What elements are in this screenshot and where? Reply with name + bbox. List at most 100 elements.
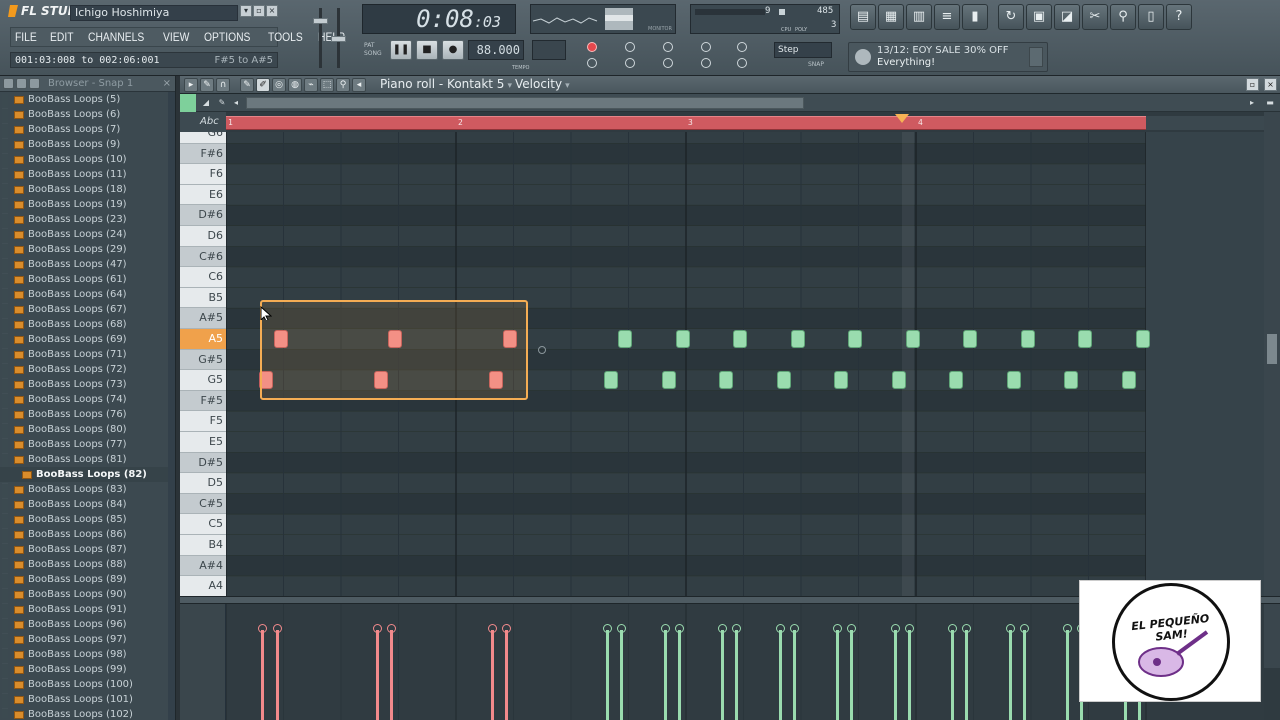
browser-folder-item[interactable]: BooBass Loops (77): [0, 437, 175, 452]
browser-folder-item[interactable]: BooBass Loops (82): [0, 467, 175, 482]
velocity-bar[interactable]: [836, 630, 839, 720]
velocity-bar[interactable]: [505, 630, 508, 720]
browser-close-icon[interactable]: ×: [163, 78, 171, 89]
pr-mute-icon[interactable]: ◍: [288, 78, 302, 92]
velocity-handle[interactable]: [790, 624, 799, 633]
velocity-handle[interactable]: [1020, 624, 1029, 633]
browser-folder-item[interactable]: BooBass Loops (5): [0, 92, 175, 107]
velocity-handle[interactable]: [1063, 624, 1072, 633]
piano-key[interactable]: A#5: [180, 308, 226, 329]
browser-folder-item[interactable]: BooBass Loops (64): [0, 287, 175, 302]
note[interactable]: [1021, 330, 1035, 348]
browser-folder-item[interactable]: BooBass Loops (76): [0, 407, 175, 422]
pat-song-switch[interactable]: PAT SONG: [364, 42, 386, 58]
stop-button[interactable]: ■: [416, 40, 438, 60]
browser-folder-item[interactable]: BooBass Loops (7): [0, 122, 175, 137]
velocity-bar[interactable]: [850, 630, 853, 720]
selection-handle-icon[interactable]: [538, 346, 546, 354]
note[interactable]: [892, 371, 906, 390]
master-pitch-slider[interactable]: [328, 6, 350, 70]
piano-key[interactable]: D#6: [180, 205, 226, 226]
velocity-handle[interactable]: [502, 624, 511, 633]
piano-key[interactable]: B5: [180, 287, 226, 309]
velocity-bar[interactable]: [965, 630, 968, 720]
browser-folder-item[interactable]: BooBass Loops (23): [0, 212, 175, 227]
velocity-handle[interactable]: [273, 624, 282, 633]
piano-key[interactable]: D6: [180, 226, 226, 247]
velocity-bar[interactable]: [1009, 630, 1012, 720]
browser-folder-item[interactable]: BooBass Loops (73): [0, 377, 175, 392]
browser-folder-item[interactable]: BooBass Loops (102): [0, 707, 175, 720]
browser-folder-item[interactable]: BooBass Loops (24): [0, 227, 175, 242]
tempo-field[interactable]: 88.000: [468, 40, 524, 60]
playback-marker[interactable]: [895, 114, 909, 123]
browser-folder-item[interactable]: BooBass Loops (101): [0, 692, 175, 707]
zoom-out-icon[interactable]: ▬: [1264, 97, 1276, 109]
piano-key[interactable]: F5: [180, 411, 226, 432]
velocity-handle[interactable]: [948, 624, 957, 633]
velocity-bar[interactable]: [606, 630, 609, 720]
cut-icon[interactable]: ✂: [1082, 4, 1108, 30]
velocity-handle[interactable]: [603, 624, 612, 633]
note[interactable]: [963, 330, 977, 348]
browser-folder-item[interactable]: BooBass Loops (85): [0, 512, 175, 527]
record-button[interactable]: ●: [442, 40, 464, 60]
pr-menu-icon[interactable]: ▸: [184, 78, 198, 92]
loop-record-icon[interactable]: [587, 58, 597, 68]
velocity-bar[interactable]: [721, 630, 724, 720]
vertical-scroll-thumb[interactable]: [1267, 334, 1277, 364]
piano-roll-title[interactable]: Piano roll - Kontakt 5 ▾ Velocity ▾: [380, 77, 573, 91]
piano-key[interactable]: C6: [180, 267, 226, 288]
piano-key[interactable]: G#5: [180, 349, 226, 371]
browser-scrollbar[interactable]: [168, 92, 175, 720]
restore-button[interactable]: ▫: [253, 5, 265, 17]
browser-folder-item[interactable]: BooBass Loops (99): [0, 662, 175, 677]
count-in-icon[interactable]: [625, 42, 635, 52]
note[interactable]: [949, 371, 963, 390]
note[interactable]: [848, 330, 862, 348]
browser-icon[interactable]: ≡: [934, 4, 960, 30]
pr-snap-icon[interactable]: ∩: [216, 78, 230, 92]
velocity-bar[interactable]: [793, 630, 796, 720]
note[interactable]: [1136, 330, 1150, 348]
velocity-bar[interactable]: [1023, 630, 1026, 720]
velocity-bar[interactable]: [620, 630, 623, 720]
pr-tool-icon[interactable]: ◢: [200, 97, 212, 109]
browser-folder-item[interactable]: BooBass Loops (72): [0, 362, 175, 377]
note[interactable]: [906, 330, 920, 348]
close-button[interactable]: ×: [266, 5, 278, 17]
browser-folder-item[interactable]: BooBass Loops (97): [0, 632, 175, 647]
browser-folder-item[interactable]: BooBass Loops (98): [0, 647, 175, 662]
velocity-bar[interactable]: [491, 630, 494, 720]
velocity-bar[interactable]: [908, 630, 911, 720]
velocity-bar[interactable]: [951, 630, 954, 720]
scroll-right-icon[interactable]: ▸: [1246, 97, 1258, 109]
browser-folder-item[interactable]: BooBass Loops (91): [0, 602, 175, 617]
browser-folder-item[interactable]: BooBass Loops (96): [0, 617, 175, 632]
velocity-handle[interactable]: [661, 624, 670, 633]
browser-folder-item[interactable]: BooBass Loops (86): [0, 527, 175, 542]
browser-folder-item[interactable]: BooBass Loops (67): [0, 302, 175, 317]
velocity-handle[interactable]: [387, 624, 396, 633]
velocity-handle[interactable]: [488, 624, 497, 633]
velocity-handle[interactable]: [258, 624, 267, 633]
metronome-icon[interactable]: [701, 42, 711, 52]
piano-key[interactable]: F#6: [180, 143, 226, 165]
pr-draw-icon[interactable]: ✎: [240, 78, 254, 92]
wait-icon[interactable]: [625, 58, 635, 68]
note[interactable]: [662, 371, 676, 390]
step-edit-icon[interactable]: [663, 42, 673, 52]
menu-file[interactable]: FILE: [15, 30, 37, 44]
piano-roll-icon[interactable]: ▥: [906, 4, 932, 30]
note[interactable]: [676, 330, 690, 348]
render-icon[interactable]: ◪: [1054, 4, 1080, 30]
search-icon[interactable]: ⚲: [1110, 4, 1136, 30]
velocity-handle[interactable]: [373, 624, 382, 633]
browser-folder-item[interactable]: BooBass Loops (47): [0, 257, 175, 272]
pr-playback-icon[interactable]: ◂: [352, 78, 366, 92]
velocity-handle[interactable]: [962, 624, 971, 633]
browser-folder-item[interactable]: BooBass Loops (9): [0, 137, 175, 152]
browser-folder-item[interactable]: BooBass Loops (61): [0, 272, 175, 287]
velocity-bar[interactable]: [664, 630, 667, 720]
piano-key[interactable]: A#4: [180, 555, 226, 577]
